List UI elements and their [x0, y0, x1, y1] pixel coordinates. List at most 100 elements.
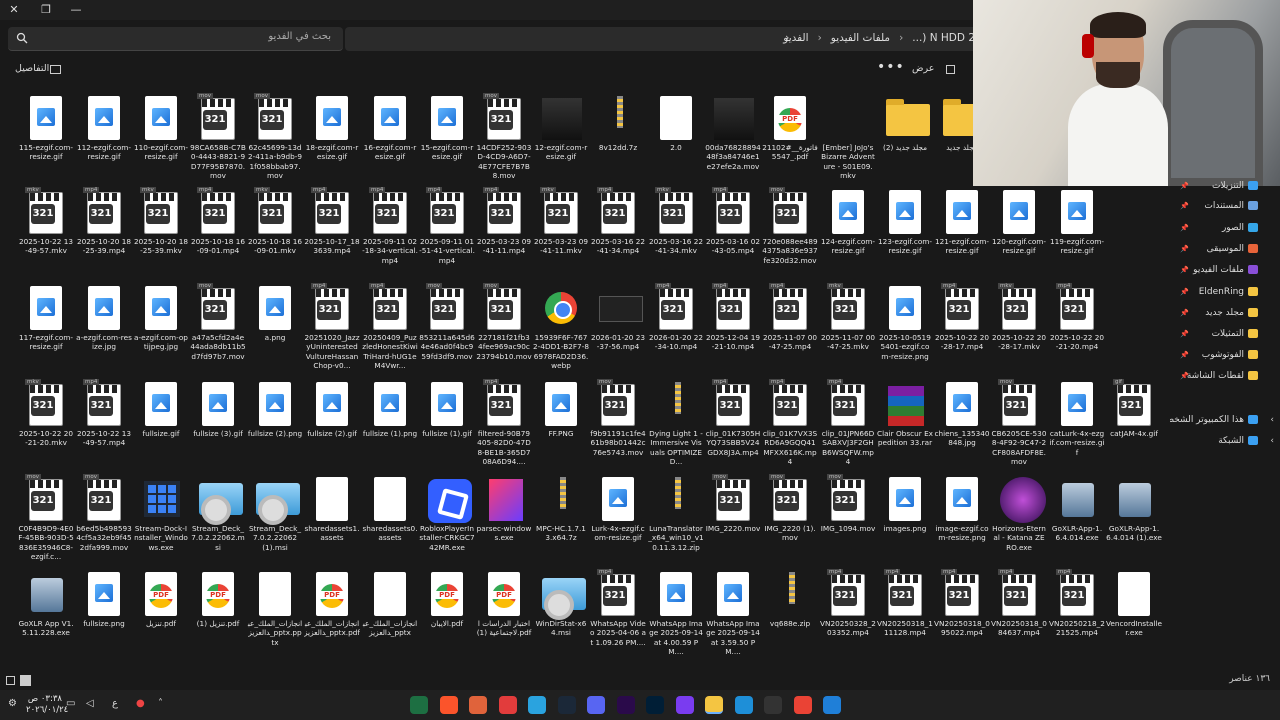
- file-item[interactable]: chiens_135340848.jpg: [934, 378, 990, 448]
- file-item[interactable]: image-ezgif.com-resize.png: [934, 473, 990, 543]
- sidebar-item[interactable]: الموسيقى 📌: [1170, 239, 1280, 259]
- chevron-up-icon[interactable]: ˄: [158, 698, 163, 709]
- file-item[interactable]: 321 mkv 2025-03-16 22-41-34.mkv: [648, 186, 704, 256]
- file-item[interactable]: WhatsApp Image 2025-09-14 at 4.00.59 PM.…: [648, 568, 704, 656]
- file-item[interactable]: 16-ezgif.com-resize.gif: [362, 92, 418, 162]
- file-item[interactable]: 121-ezgif.com-resize.gif: [934, 186, 990, 256]
- file-item[interactable]: تنزيل.pdf: [133, 568, 189, 628]
- file-item[interactable]: WhatsApp Image 2025-09-14 at 3.59.50 PM.…: [705, 568, 761, 656]
- file-item[interactable]: sharedassets1.assets: [304, 473, 360, 543]
- file-item[interactable]: 321 mkv 2025-10-18 16-09-01.mkv: [247, 186, 303, 256]
- microphone-icon[interactable]: ●: [136, 698, 145, 709]
- file-item[interactable]: 00da7682889448f3a84746e1e27efe2a.mov: [705, 92, 761, 171]
- file-item[interactable]: 321 mkv 2025-11-07 00-47-25.mkv: [820, 282, 876, 352]
- file-item[interactable]: 321 mp4 20250409_PuzzledHonestKiwiTriHard-…: [362, 282, 418, 370]
- file-item[interactable]: GoXLR App V1.5.11.228.exe: [18, 568, 74, 638]
- file-item[interactable]: RobloxPlayerInstaller-CRKGC742MR.exe: [419, 473, 475, 552]
- details-view-toggle[interactable]: [6, 676, 15, 685]
- discord-icon[interactable]: [587, 696, 605, 714]
- file-item[interactable]: 321 mov a47a5cfd2a4e44ada8db11b5d7fd97b7.m…: [190, 282, 246, 361]
- file-item[interactable]: 321 mp4 2025-03-23 09-41-11.mp4: [476, 186, 532, 256]
- file-item[interactable]: 321 mov IMG_2220.mov: [705, 473, 761, 533]
- sidebar-item[interactable]: المستندات 📌: [1170, 196, 1280, 216]
- file-item[interactable]: 321 mp4 2025-12-04 19-21-10.mp4: [705, 282, 761, 352]
- file-item[interactable]: 321 mov b6ed5b4985934cf5a32eb9f452dfa999.m…: [76, 473, 132, 552]
- file-item[interactable]: sharedassets0.assets: [362, 473, 418, 543]
- more-options-button[interactable]: •••: [877, 59, 905, 75]
- file-item[interactable]: 321 mp4 2025-03-16 22-41-34.mp4: [590, 186, 646, 256]
- file-item[interactable]: 321 gif catJAM-4x.gif: [1106, 378, 1162, 438]
- file-item[interactable]: 321 mov 62c45699-13d2-411a-b9db-91f058bbab…: [247, 92, 303, 180]
- chevron-icon[interactable]: ›: [1270, 410, 1274, 430]
- file-item[interactable]: WinDirStat-x64.msi: [533, 568, 589, 638]
- tray-icon[interactable]: ⚙: [8, 698, 17, 709]
- file-item[interactable]: 321 mp4 VN20250318_095022.mp4: [934, 568, 990, 638]
- file-item[interactable]: Horizons-Eternal - Katana ZERO.exe: [991, 473, 1047, 552]
- file-item[interactable]: parsec-windows.exe: [476, 473, 532, 543]
- breadcrumb-videos[interactable]: ملفات الفيديو: [831, 32, 890, 44]
- details-pane-icon[interactable]: [50, 65, 61, 74]
- file-item[interactable]: 321 mp4 2025-11-07 00-47-25.mp4: [762, 282, 818, 352]
- file-item[interactable]: انجازات_الملك_عبدالعزيز_pptx: [362, 568, 418, 638]
- file-item[interactable]: fullsize (1).png: [362, 378, 418, 438]
- telegram-icon[interactable]: [528, 696, 546, 714]
- file-item[interactable]: 321 mp4 2025-10-22 20-28-17.mp4: [934, 282, 990, 352]
- file-item[interactable]: 321 mp4 VN20250218_221525.mp4: [1049, 568, 1105, 638]
- file-item[interactable]: GoXLR-App-1.6.4.014.exe: [1049, 473, 1105, 543]
- file-item[interactable]: Stream-Dock-Installer_Windows.exe: [133, 473, 189, 552]
- file-item[interactable]: 321 mkv 2025-03-23 09-41-11.mkv: [533, 186, 589, 256]
- file-item[interactable]: 117-ezgif.com-resize.gif: [18, 282, 74, 352]
- file-item[interactable]: 321 mp4 clip_01K7VX3SRD6A9GQQ41MFXX616K.mp…: [762, 378, 818, 466]
- address-bar[interactable]: › N HDD 2 (... ‹ ملفات الفيديو ‹ الفديو: [345, 27, 985, 51]
- file-item[interactable]: GoXLR-App-1.6.4.014 (1).exe: [1106, 473, 1162, 543]
- close-icon[interactable]: ✕: [4, 2, 24, 18]
- file-item[interactable]: 321 mp4 VN20250318_111128.mp4: [877, 568, 933, 638]
- view-button[interactable]: عرض: [912, 63, 934, 74]
- file-item[interactable]: Lurk-4x-ezgif.com-resize.gif: [590, 473, 646, 543]
- file-item[interactable]: اختبار الدراسات الاجتماعية (1).pdf: [476, 568, 532, 638]
- edge-icon[interactable]: [734, 696, 753, 714]
- file-item[interactable]: 321 mp4 2025-03-16 02-43-05.mp4: [705, 186, 761, 256]
- file-item[interactable]: a-ezgif.com-resize.jpg: [76, 282, 132, 352]
- file-item[interactable]: fullsize (2).gif: [304, 378, 360, 438]
- sidebar-item[interactable]: لقطات الشاشة 📌: [1170, 366, 1280, 386]
- app-a-icon[interactable]: [469, 696, 487, 714]
- start-icon[interactable]: [823, 696, 841, 714]
- chrome-icon[interactable]: [793, 696, 812, 714]
- file-item[interactable]: 321 mov IMG_1094.mov: [820, 473, 876, 533]
- sidebar-item[interactable]: الشبكة ›: [1170, 431, 1280, 451]
- file-item[interactable]: 15-ezgif.com-resize.gif: [419, 92, 475, 162]
- details-pane-button[interactable]: التفاصيل: [15, 63, 49, 74]
- file-item[interactable]: Clair Obscur Expedition 33.rar: [877, 378, 933, 448]
- file-item[interactable]: 123-ezgif.com-resize.gif: [877, 186, 933, 256]
- file-item[interactable]: [Ember] JoJo's Bizarre Adventure - S01E0…: [820, 92, 876, 180]
- language-indicator[interactable]: ع: [112, 698, 118, 709]
- sidebar-item[interactable]: الفوتوشوب 📌: [1170, 345, 1280, 365]
- file-item[interactable]: Stream_Deck_7.0.2.22062 (1).msi: [247, 473, 303, 552]
- network-icon[interactable]: ▭: [66, 698, 75, 709]
- file-item[interactable]: 321 mp4 2025-10-22 13-49-57.mp4: [76, 378, 132, 448]
- xbox-icon[interactable]: [764, 696, 782, 714]
- file-item[interactable]: fullsize (2).png: [247, 378, 303, 438]
- file-item[interactable]: 321 mp4 clip_01K7305HYQ73SBB5V24GDX8J3A.mp…: [705, 378, 761, 457]
- file-item[interactable]: 321 mov 14CDF252-903D-4CD9-A6D7-4E77CFE7B7…: [476, 92, 532, 180]
- file-item[interactable]: a.png: [247, 282, 303, 342]
- file-item[interactable]: 119-ezgif.com-resize.gif: [1049, 186, 1105, 256]
- sidebar-item[interactable]: التنزيلات 📌: [1170, 176, 1280, 196]
- file-item[interactable]: images.png: [877, 473, 933, 533]
- sidebar-item[interactable]: التمثيلات 📌: [1170, 324, 1280, 344]
- file-item[interactable]: VencordInstaller.exe: [1106, 568, 1162, 638]
- file-item[interactable]: 321 mov C0F4B9D9-4E0F-45BB-903D-5836E35946…: [18, 473, 74, 561]
- steam-icon[interactable]: [557, 696, 576, 714]
- file-item[interactable]: 124-ezgif.com-resize.gif: [820, 186, 876, 256]
- file-item[interactable]: 110-ezgif.com-resize.gif: [133, 92, 189, 162]
- file-item[interactable]: 15939F6F-7672-4DD1-B2F7-86978FAD2D36.web…: [533, 282, 589, 370]
- view-icon[interactable]: [946, 65, 955, 74]
- file-item[interactable]: 321 mp4 2025-10-18 16-09-01.mp4: [190, 186, 246, 256]
- file-item[interactable]: catLurk-4x-ezgif.com-resize.gif: [1049, 378, 1105, 457]
- file-item[interactable]: 321 mp4 2025-10-22 20-21-20.mp4: [1049, 282, 1105, 352]
- file-item[interactable]: 321 mov CB6205CE-5308-4F92-9C47-2CF808AFDF…: [991, 378, 1047, 466]
- file-item[interactable]: 115-ezgif.com-resize.gif: [18, 92, 74, 162]
- sidebar-item[interactable]: مجلد جديد 📌: [1170, 303, 1280, 323]
- file-item[interactable]: 321 mp4 2025-10-20 18-25-39.mp4: [76, 186, 132, 256]
